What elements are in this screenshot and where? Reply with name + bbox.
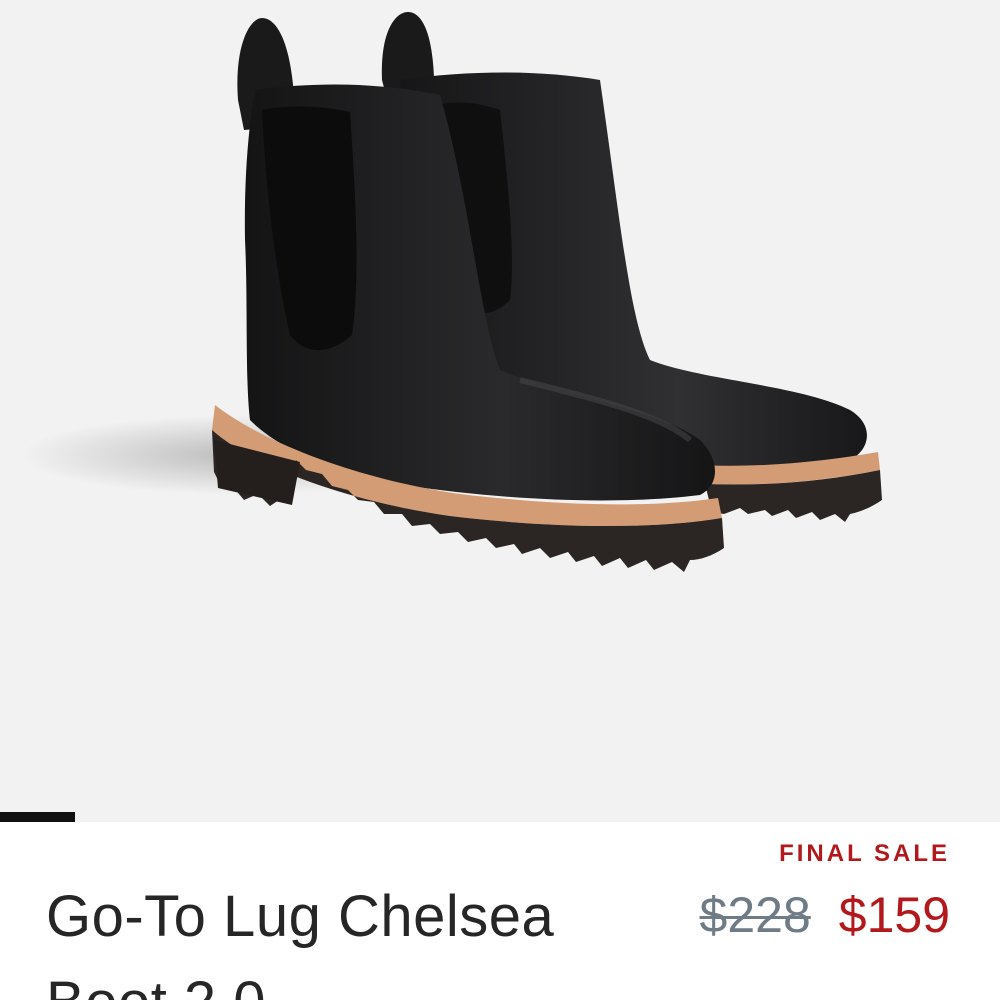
gallery-progress-bar (0, 812, 1000, 822)
sale-price: $159 (838, 887, 950, 943)
original-price: $228 (699, 887, 811, 943)
final-sale-badge: FINAL SALE (779, 840, 950, 867)
product-info: FINAL SALE Go-To Lug Chelsea Boot 2.0 $2… (0, 822, 1000, 1000)
price-row: $228 $159 (700, 880, 950, 950)
product-page: FINAL SALE Go-To Lug Chelsea Boot 2.0 $2… (0, 0, 1000, 1000)
gallery-progress-fill (0, 812, 75, 822)
product-image[interactable] (0, 0, 1000, 822)
product-title: Go-To Lug Chelsea Boot 2.0 (46, 884, 555, 1000)
product-image-gallery[interactable] (0, 0, 1000, 822)
